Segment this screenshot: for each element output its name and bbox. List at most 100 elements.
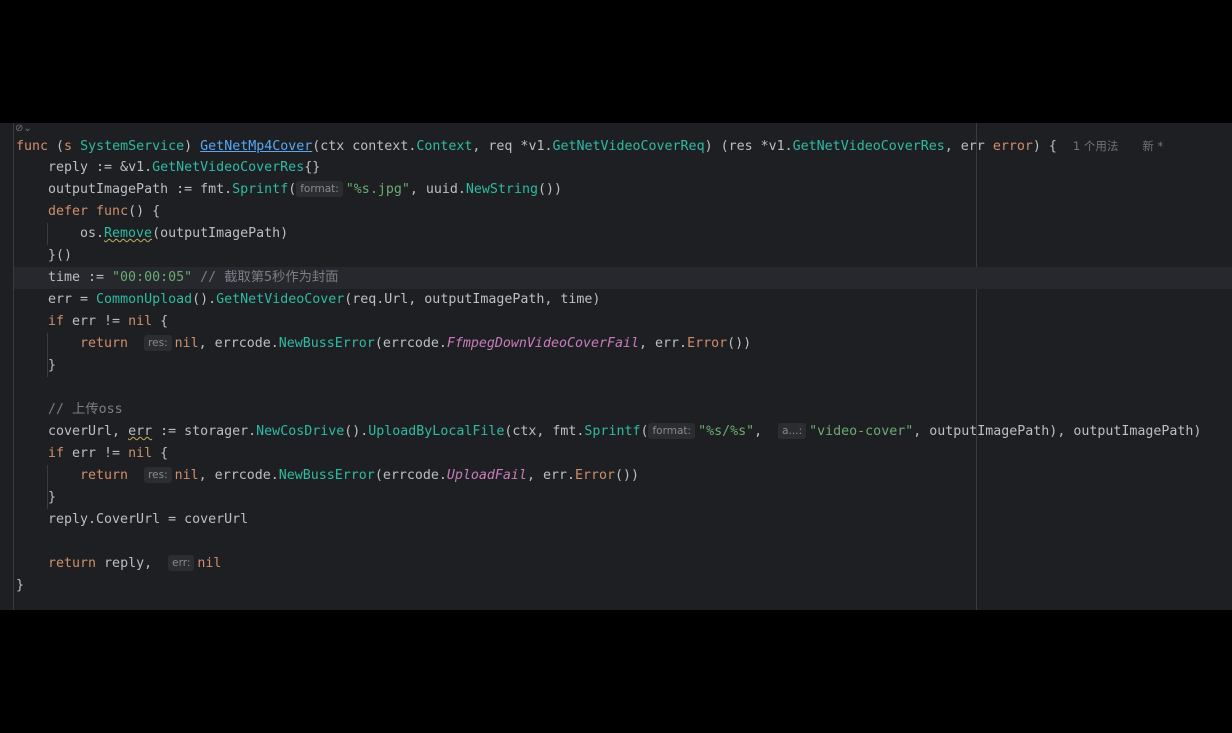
keyword: if [48,446,65,461]
indent-guide [47,223,48,245]
code-text: , errcode. [198,468,279,483]
parameter-hint: err: [168,555,195,571]
code-line-9[interactable]: if err != nil { [48,311,168,333]
code-text: , err. [526,468,575,483]
code-text: err = [48,292,97,307]
usage-hint[interactable]: 1 个用法 [1073,139,1118,153]
code-text: , [754,424,771,439]
keyword: nil [174,468,199,483]
code-line-4[interactable]: defer func() { [48,201,160,223]
code-line-1[interactable]: func (s SystemService) GetNetMp4Cover(ct… [16,135,1163,157]
code-text: ( [288,182,297,197]
code-text: , err [944,139,993,154]
code-text: (). [344,424,369,439]
code-text: (ctx [312,139,353,154]
code-editor[interactable]: ⊘⌄ func (s SystemService) GetNetMp4Cover… [0,123,1232,610]
package-name: fmt [200,182,225,197]
code-line-17[interactable]: } [48,487,56,509]
code-line-6[interactable]: }() [48,245,72,267]
package-name: os [80,226,97,241]
code-text: } [48,490,57,505]
code-line-5[interactable]: os.Remove(outputImagePath) [80,223,288,245]
function-name[interactable]: GetNetMp4Cover [200,139,312,154]
code-text: () { [128,204,161,219]
code-line-3[interactable]: outputImagePath := fmt.Sprintf(format: "%… [48,179,562,201]
code-text: . [144,160,153,175]
code-line-20[interactable]: return reply, err: nil [48,553,221,575]
code-line-16[interactable]: return res: nil, errcode.NewBussError(err… [80,465,639,487]
code-line-2[interactable]: reply := &v1.GetNetVideoCoverRes{} [48,157,320,179]
function-call: UploadByLocalFile [368,424,505,439]
code-text: ) [184,139,201,154]
function-call: Sprintf [584,424,641,439]
keyword: defer [48,204,89,219]
code-line-14[interactable]: coverUrl, err := storager.NewCosDrive().… [48,421,1201,443]
parameter-hint: format: [648,423,696,439]
code-text: (errcode. [374,468,447,483]
method-call: Error [687,336,728,351]
type-name: GetNetVideoCoverReq [552,139,705,154]
keyword: return [80,468,129,483]
code-line-10[interactable]: return res: nil, errcode.NewBussError(err… [80,333,751,355]
author-hint[interactable]: 新 * [1142,139,1163,153]
code-text: coverUrl, [48,424,129,439]
string-literal: "video-cover" [809,424,914,439]
string-literal: "%s/%s" [698,424,755,439]
code-line-8[interactable]: err = CommonUpload().GetNetVideoCover(re… [48,289,600,311]
code-text: {} [304,160,321,175]
parameter-hint: a...: [778,423,807,439]
code-text: } [48,358,57,373]
type-name: GetNetVideoCoverRes [152,160,305,175]
keyword: return [80,336,129,351]
code-line-13[interactable]: // 上传oss [48,399,123,421]
function-call: NewCosDrive [256,424,345,439]
code-text: reply, [96,556,161,571]
code-line-21[interactable]: } [16,575,24,597]
type-name: GetNetVideoCoverRes [792,139,945,154]
parameter-hint: format: [296,181,343,197]
code-text: ( [48,139,65,154]
code-text: ) { [1032,139,1057,154]
package-name: v1 [528,139,545,154]
keyword: nil [174,336,199,351]
code-text: ( [640,424,649,439]
package-name: v1 [768,139,785,154]
code-text: , [409,182,426,197]
keyword: nil [197,556,222,571]
package-name: uuid [425,182,458,197]
code-comment: // 截取第5秒作为封面 [192,270,339,285]
code-line-11[interactable]: } [48,355,56,377]
parameter-hint: res: [144,335,172,351]
method-call: Error [574,468,616,483]
code-line-7[interactable]: time := "00:00:05" // 截取第5秒作为封面 [48,267,339,289]
code-text: { [152,314,169,329]
code-line-18[interactable]: reply.CoverUrl = coverUrl [48,509,248,531]
code-line-15[interactable]: if err != nil { [48,443,168,465]
parameter-hint: res: [144,467,172,483]
right-margin-guide [976,123,977,610]
code-text: ()) [537,182,562,197]
gutter-border [13,123,14,610]
type-name: Context [416,139,473,154]
code-text: { [152,446,169,461]
code-text: (req.Url, outputImagePath, time) [344,292,601,307]
function-call: NewBussError [278,468,375,483]
function-call: NewString [465,182,538,197]
constant-name: FfmpegDownVideoCoverFail [446,336,640,351]
screen: ⊘⌄ func (s SystemService) GetNetMp4Cover… [0,0,1232,733]
code-text: (). [192,292,217,307]
string-literal: "00:00:05" [112,270,193,285]
code-text: , err. [639,336,688,351]
receiver-type: SystemService [80,139,185,154]
code-text: err != [64,446,129,461]
code-text: . [224,182,233,197]
keyword: func [96,204,129,219]
code-text: time := [48,270,113,285]
fold-chevron-icon[interactable]: ⊘⌄ [15,123,32,135]
code-text: , req * [472,139,529,154]
code-text: (outputImagePath) [152,226,289,241]
code-text: ()) [727,336,752,351]
receiver-name: s [64,139,73,154]
